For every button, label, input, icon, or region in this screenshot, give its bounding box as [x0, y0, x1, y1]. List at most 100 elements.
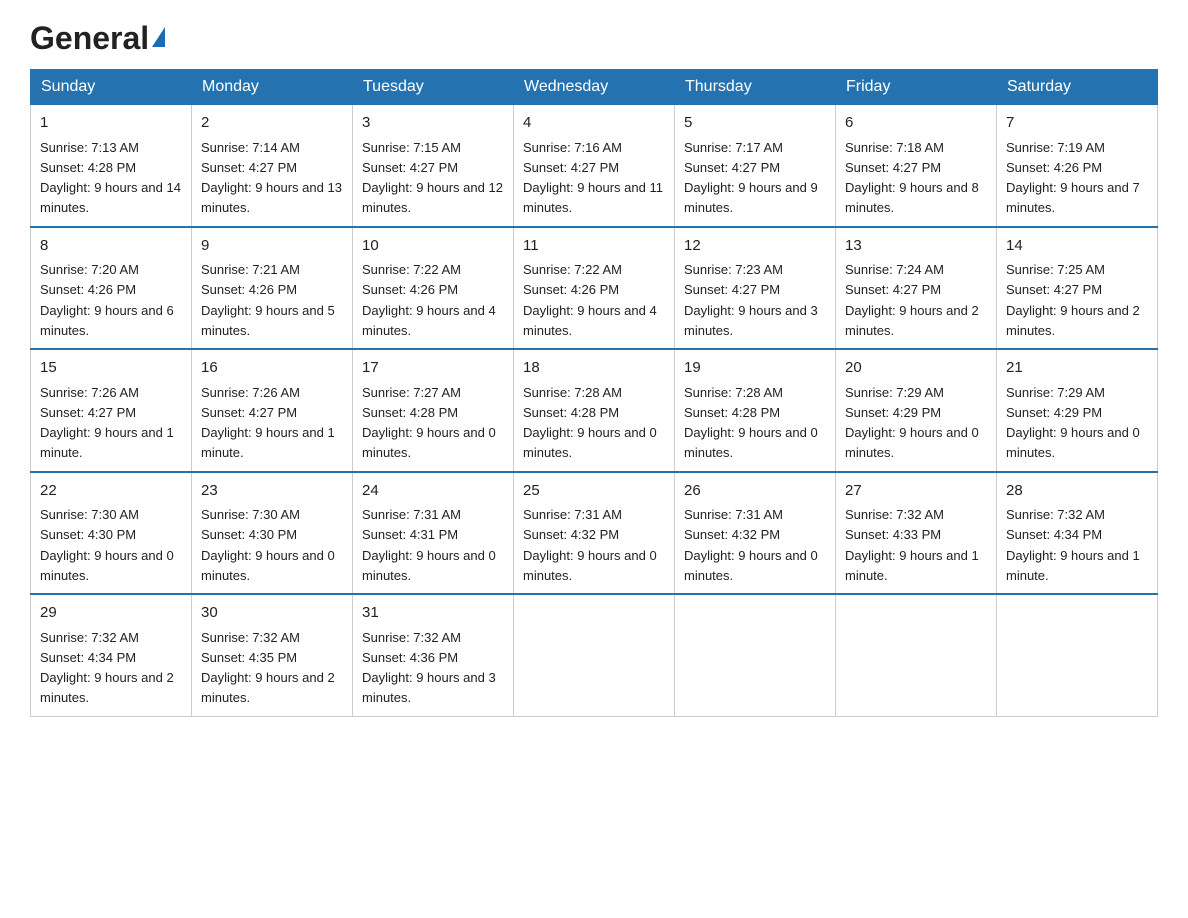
day-info: Sunrise: 7:14 AMSunset: 4:27 PMDaylight:…: [201, 140, 342, 216]
calendar-header-row: SundayMondayTuesdayWednesdayThursdayFrid…: [31, 70, 1158, 105]
day-info: Sunrise: 7:27 AMSunset: 4:28 PMDaylight:…: [362, 385, 496, 461]
day-info: Sunrise: 7:16 AMSunset: 4:27 PMDaylight:…: [523, 140, 663, 216]
day-info: Sunrise: 7:22 AMSunset: 4:26 PMDaylight:…: [523, 262, 657, 338]
day-number: 3: [362, 112, 504, 135]
day-info: Sunrise: 7:32 AMSunset: 4:33 PMDaylight:…: [845, 507, 979, 583]
day-info: Sunrise: 7:22 AMSunset: 4:26 PMDaylight:…: [362, 262, 496, 338]
calendar-day-cell: 8 Sunrise: 7:20 AMSunset: 4:26 PMDayligh…: [31, 227, 192, 350]
day-number: 9: [201, 235, 343, 258]
day-info: Sunrise: 7:32 AMSunset: 4:34 PMDaylight:…: [40, 630, 174, 706]
day-number: 1: [40, 112, 182, 135]
calendar-day-cell: 3 Sunrise: 7:15 AMSunset: 4:27 PMDayligh…: [353, 105, 514, 227]
calendar-day-cell: 14 Sunrise: 7:25 AMSunset: 4:27 PMDaylig…: [997, 227, 1158, 350]
calendar-day-cell: 28 Sunrise: 7:32 AMSunset: 4:34 PMDaylig…: [997, 472, 1158, 595]
logo: General: [30, 20, 165, 51]
column-header-saturday: Saturday: [997, 70, 1158, 105]
day-number: 29: [40, 602, 182, 625]
day-info: Sunrise: 7:28 AMSunset: 4:28 PMDaylight:…: [684, 385, 818, 461]
calendar-day-cell: 6 Sunrise: 7:18 AMSunset: 4:27 PMDayligh…: [836, 105, 997, 227]
day-info: Sunrise: 7:32 AMSunset: 4:36 PMDaylight:…: [362, 630, 496, 706]
calendar-day-cell: 22 Sunrise: 7:30 AMSunset: 4:30 PMDaylig…: [31, 472, 192, 595]
day-number: 10: [362, 235, 504, 258]
day-number: 16: [201, 357, 343, 380]
calendar-day-cell: 19 Sunrise: 7:28 AMSunset: 4:28 PMDaylig…: [675, 349, 836, 472]
day-info: Sunrise: 7:31 AMSunset: 4:32 PMDaylight:…: [684, 507, 818, 583]
day-info: Sunrise: 7:30 AMSunset: 4:30 PMDaylight:…: [201, 507, 335, 583]
day-number: 6: [845, 112, 987, 135]
column-header-wednesday: Wednesday: [514, 70, 675, 105]
calendar-day-cell: 5 Sunrise: 7:17 AMSunset: 4:27 PMDayligh…: [675, 105, 836, 227]
day-number: 22: [40, 480, 182, 503]
day-number: 18: [523, 357, 665, 380]
column-header-thursday: Thursday: [675, 70, 836, 105]
day-number: 4: [523, 112, 665, 135]
day-number: 17: [362, 357, 504, 380]
column-header-monday: Monday: [192, 70, 353, 105]
calendar-day-cell: 9 Sunrise: 7:21 AMSunset: 4:26 PMDayligh…: [192, 227, 353, 350]
calendar-day-cell: 16 Sunrise: 7:26 AMSunset: 4:27 PMDaylig…: [192, 349, 353, 472]
day-number: 5: [684, 112, 826, 135]
calendar-week-row: 15 Sunrise: 7:26 AMSunset: 4:27 PMDaylig…: [31, 349, 1158, 472]
day-info: Sunrise: 7:25 AMSunset: 4:27 PMDaylight:…: [1006, 262, 1140, 338]
calendar-day-cell: [836, 594, 997, 716]
day-info: Sunrise: 7:19 AMSunset: 4:26 PMDaylight:…: [1006, 140, 1140, 216]
day-number: 19: [684, 357, 826, 380]
day-info: Sunrise: 7:31 AMSunset: 4:31 PMDaylight:…: [362, 507, 496, 583]
calendar-day-cell: 29 Sunrise: 7:32 AMSunset: 4:34 PMDaylig…: [31, 594, 192, 716]
day-number: 24: [362, 480, 504, 503]
column-header-sunday: Sunday: [31, 70, 192, 105]
calendar-week-row: 1 Sunrise: 7:13 AMSunset: 4:28 PMDayligh…: [31, 105, 1158, 227]
logo-general: General: [30, 20, 149, 57]
calendar-day-cell: 20 Sunrise: 7:29 AMSunset: 4:29 PMDaylig…: [836, 349, 997, 472]
calendar-day-cell: 26 Sunrise: 7:31 AMSunset: 4:32 PMDaylig…: [675, 472, 836, 595]
day-info: Sunrise: 7:29 AMSunset: 4:29 PMDaylight:…: [1006, 385, 1140, 461]
column-header-friday: Friday: [836, 70, 997, 105]
calendar-day-cell: 27 Sunrise: 7:32 AMSunset: 4:33 PMDaylig…: [836, 472, 997, 595]
calendar-day-cell: 10 Sunrise: 7:22 AMSunset: 4:26 PMDaylig…: [353, 227, 514, 350]
day-number: 13: [845, 235, 987, 258]
day-number: 2: [201, 112, 343, 135]
calendar-day-cell: 17 Sunrise: 7:27 AMSunset: 4:28 PMDaylig…: [353, 349, 514, 472]
calendar-day-cell: 25 Sunrise: 7:31 AMSunset: 4:32 PMDaylig…: [514, 472, 675, 595]
day-info: Sunrise: 7:17 AMSunset: 4:27 PMDaylight:…: [684, 140, 818, 216]
day-number: 20: [845, 357, 987, 380]
calendar-day-cell: 23 Sunrise: 7:30 AMSunset: 4:30 PMDaylig…: [192, 472, 353, 595]
day-info: Sunrise: 7:28 AMSunset: 4:28 PMDaylight:…: [523, 385, 657, 461]
day-info: Sunrise: 7:20 AMSunset: 4:26 PMDaylight:…: [40, 262, 174, 338]
calendar-day-cell: 12 Sunrise: 7:23 AMSunset: 4:27 PMDaylig…: [675, 227, 836, 350]
day-number: 8: [40, 235, 182, 258]
day-number: 25: [523, 480, 665, 503]
day-info: Sunrise: 7:26 AMSunset: 4:27 PMDaylight:…: [201, 385, 335, 461]
day-number: 14: [1006, 235, 1148, 258]
calendar-day-cell: [997, 594, 1158, 716]
day-number: 21: [1006, 357, 1148, 380]
day-info: Sunrise: 7:29 AMSunset: 4:29 PMDaylight:…: [845, 385, 979, 461]
calendar-day-cell: 13 Sunrise: 7:24 AMSunset: 4:27 PMDaylig…: [836, 227, 997, 350]
day-info: Sunrise: 7:24 AMSunset: 4:27 PMDaylight:…: [845, 262, 979, 338]
day-info: Sunrise: 7:26 AMSunset: 4:27 PMDaylight:…: [40, 385, 174, 461]
calendar-day-cell: 31 Sunrise: 7:32 AMSunset: 4:36 PMDaylig…: [353, 594, 514, 716]
calendar-day-cell: 24 Sunrise: 7:31 AMSunset: 4:31 PMDaylig…: [353, 472, 514, 595]
calendar-day-cell: 21 Sunrise: 7:29 AMSunset: 4:29 PMDaylig…: [997, 349, 1158, 472]
day-number: 30: [201, 602, 343, 625]
calendar-day-cell: 7 Sunrise: 7:19 AMSunset: 4:26 PMDayligh…: [997, 105, 1158, 227]
calendar-day-cell: [675, 594, 836, 716]
calendar-day-cell: 1 Sunrise: 7:13 AMSunset: 4:28 PMDayligh…: [31, 105, 192, 227]
day-number: 11: [523, 235, 665, 258]
calendar-week-row: 8 Sunrise: 7:20 AMSunset: 4:26 PMDayligh…: [31, 227, 1158, 350]
day-info: Sunrise: 7:13 AMSunset: 4:28 PMDaylight:…: [40, 140, 181, 216]
calendar-day-cell: 2 Sunrise: 7:14 AMSunset: 4:27 PMDayligh…: [192, 105, 353, 227]
day-info: Sunrise: 7:23 AMSunset: 4:27 PMDaylight:…: [684, 262, 818, 338]
calendar-day-cell: 4 Sunrise: 7:16 AMSunset: 4:27 PMDayligh…: [514, 105, 675, 227]
calendar-day-cell: 30 Sunrise: 7:32 AMSunset: 4:35 PMDaylig…: [192, 594, 353, 716]
day-info: Sunrise: 7:15 AMSunset: 4:27 PMDaylight:…: [362, 140, 503, 216]
day-number: 27: [845, 480, 987, 503]
day-number: 7: [1006, 112, 1148, 135]
day-number: 31: [362, 602, 504, 625]
day-info: Sunrise: 7:32 AMSunset: 4:35 PMDaylight:…: [201, 630, 335, 706]
day-number: 28: [1006, 480, 1148, 503]
calendar-day-cell: 15 Sunrise: 7:26 AMSunset: 4:27 PMDaylig…: [31, 349, 192, 472]
calendar-day-cell: 18 Sunrise: 7:28 AMSunset: 4:28 PMDaylig…: [514, 349, 675, 472]
logo-triangle-icon: [152, 27, 165, 47]
calendar-day-cell: 11 Sunrise: 7:22 AMSunset: 4:26 PMDaylig…: [514, 227, 675, 350]
